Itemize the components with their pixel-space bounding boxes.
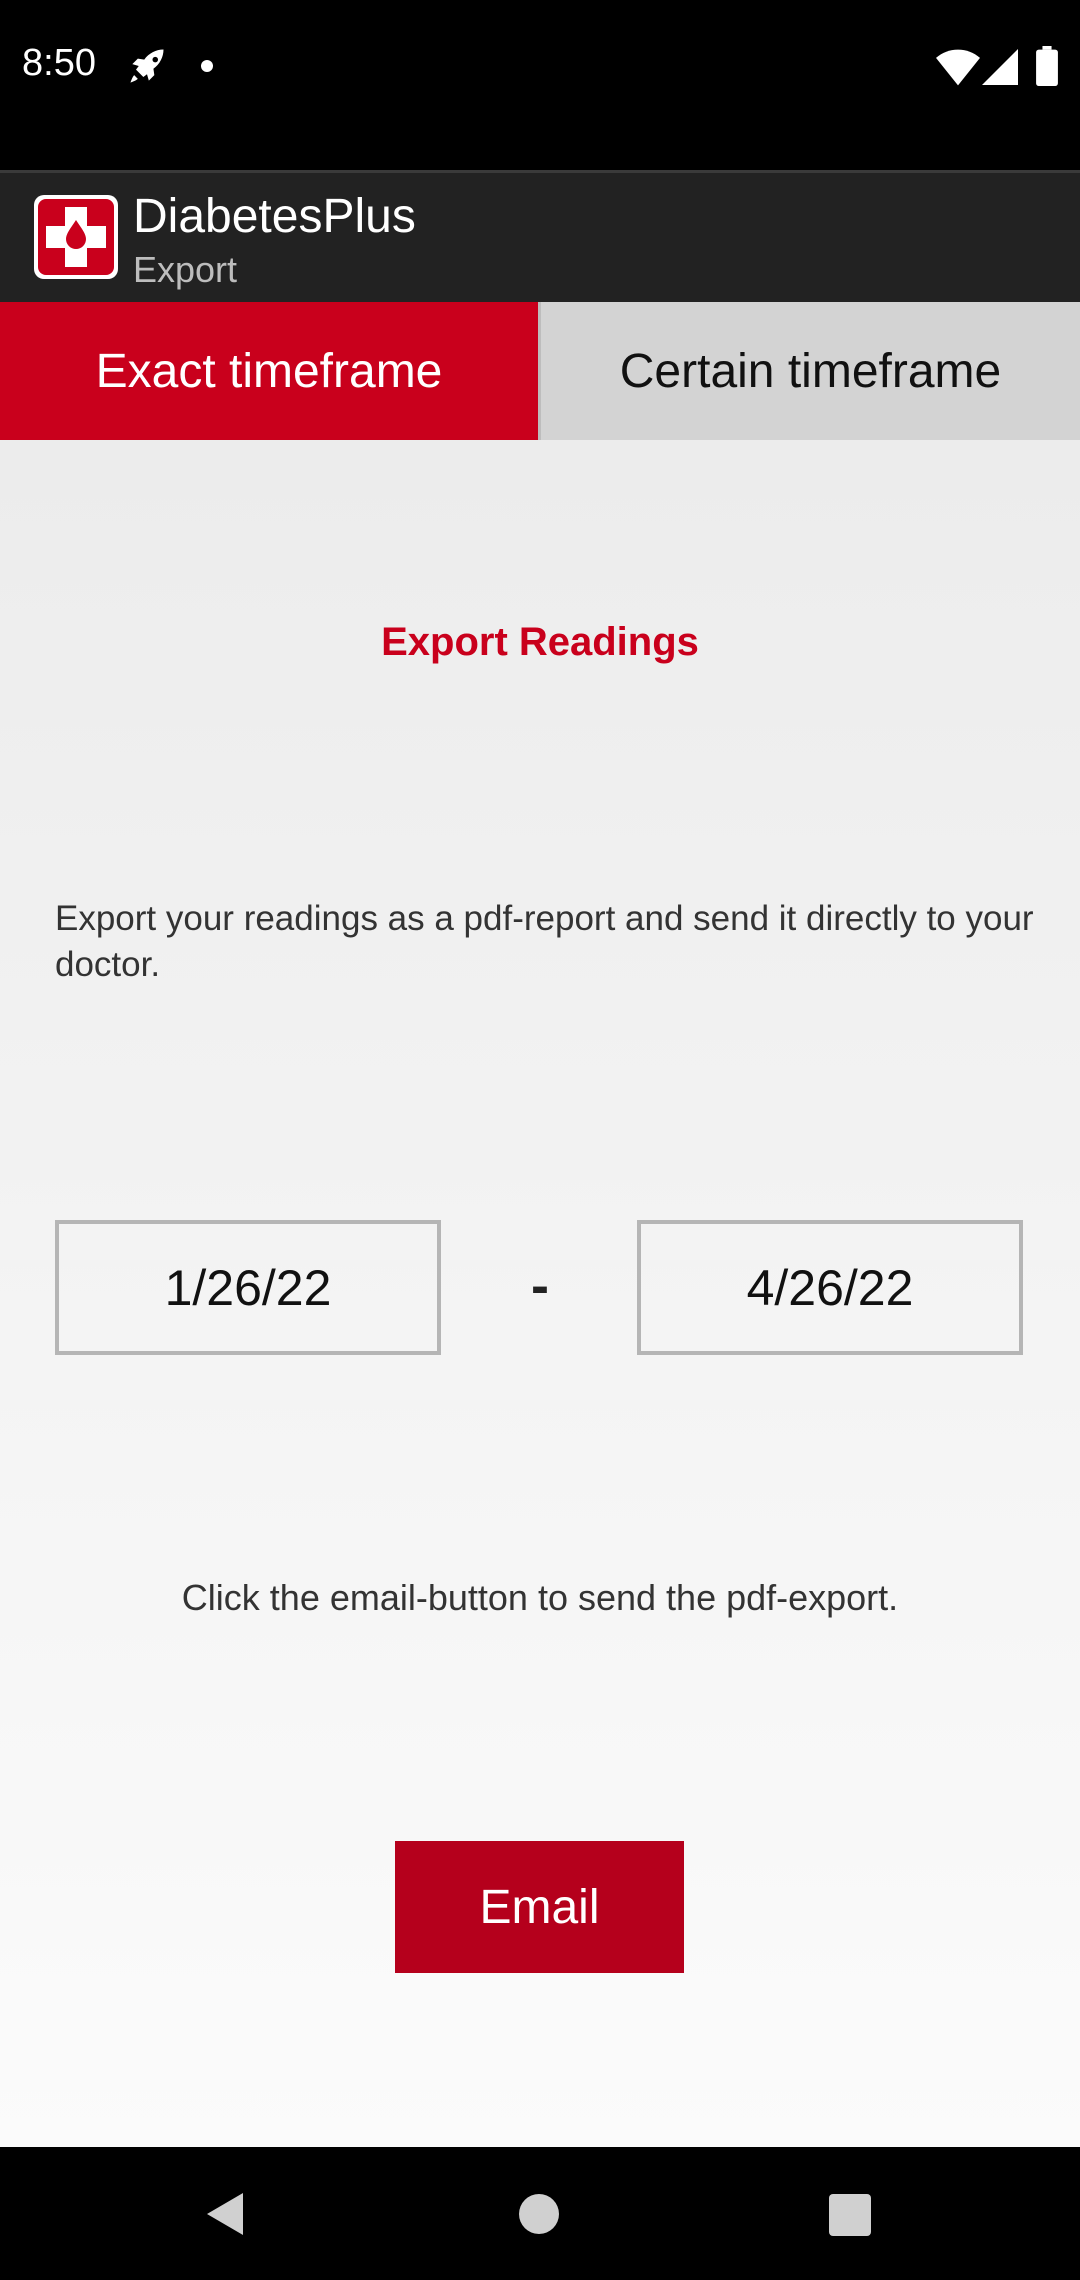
export-content: Export Readings Export your readings as … xyxy=(0,440,1080,2147)
app-logo-icon xyxy=(34,195,118,279)
status-time: 8:50 xyxy=(22,42,96,84)
app-title: DiabetesPlus xyxy=(133,190,416,243)
cell-signal-icon xyxy=(982,49,1018,85)
email-hint: Click the email-button to send the pdf-e… xyxy=(181,1577,899,1618)
home-icon[interactable] xyxy=(519,2194,559,2234)
app-bar: DiabetesPlus Export xyxy=(0,170,1080,302)
page-heading: Export Readings xyxy=(381,620,699,664)
date-from-field[interactable]: 1/26/22 xyxy=(55,1220,441,1355)
rocket-icon xyxy=(130,49,164,83)
tab-bar: Exact timeframe Certain timeframe xyxy=(0,302,1080,440)
date-separator: - xyxy=(531,1256,549,1316)
app-subtitle: Export xyxy=(133,249,238,290)
notification-dot-icon xyxy=(201,60,213,72)
recent-apps-icon[interactable] xyxy=(829,2194,871,2236)
date-to-field[interactable]: 4/26/22 xyxy=(637,1220,1023,1355)
battery-icon xyxy=(1036,46,1058,86)
navigation-bar xyxy=(0,2147,1080,2280)
back-icon[interactable] xyxy=(205,2191,245,2237)
tab-exact-timeframe[interactable]: Exact timeframe xyxy=(0,302,538,440)
wifi-icon xyxy=(936,49,980,86)
email-button[interactable]: Email xyxy=(395,1841,684,1973)
export-description: Export your readings as a pdf-report and… xyxy=(55,899,1034,984)
tab-certain-timeframe[interactable]: Certain timeframe xyxy=(538,302,1080,440)
status-bar: 8:50 xyxy=(0,0,1080,170)
